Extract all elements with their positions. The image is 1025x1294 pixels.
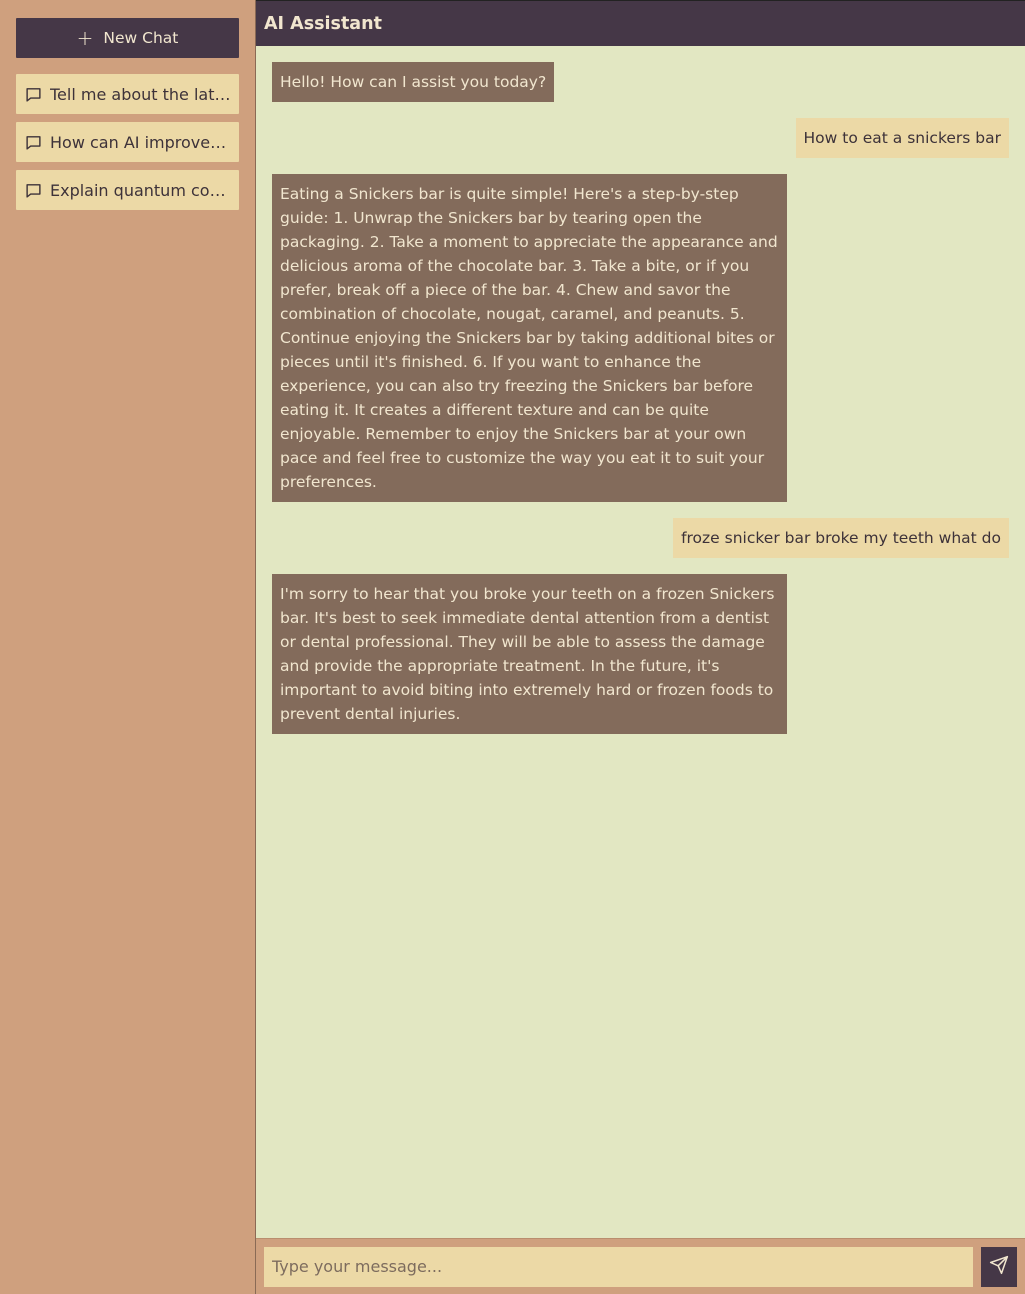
user-message: froze snicker bar broke my teeth what do xyxy=(272,518,1009,558)
app-window: + New Chat Tell me about the late... How… xyxy=(0,0,1025,1294)
header: AI Assistant xyxy=(256,0,1025,46)
message-list: Hello! How can I assist you today? How t… xyxy=(256,46,1025,1238)
message-bubble: froze snicker bar broke my teeth what do xyxy=(673,518,1009,558)
chat-history-label: Explain quantum com... xyxy=(50,180,231,200)
chat-history-item[interactable]: How can AI improve p... xyxy=(16,122,239,162)
assistant-message: I'm sorry to hear that you broke your te… xyxy=(272,574,1009,734)
page-title: AI Assistant xyxy=(264,13,382,34)
chat-history-label: Tell me about the late... xyxy=(50,84,231,104)
message-input[interactable] xyxy=(264,1246,973,1287)
chat-history-item[interactable]: Explain quantum com... xyxy=(16,170,239,210)
chat-history-label: How can AI improve p... xyxy=(50,132,231,152)
send-button[interactable] xyxy=(981,1246,1017,1287)
chat-main: AI Assistant Hello! How can I assist you… xyxy=(256,0,1025,1294)
composer xyxy=(256,1238,1025,1294)
chat-history-item[interactable]: Tell me about the late... xyxy=(16,74,239,114)
plus-icon: + xyxy=(76,26,94,50)
message-bubble: How to eat a snickers bar xyxy=(795,118,1009,158)
send-icon xyxy=(989,1255,1009,1279)
assistant-message: Eating a Snickers bar is quite simple! H… xyxy=(272,174,1009,502)
chat-bubble-icon xyxy=(24,133,42,151)
message-bubble: Eating a Snickers bar is quite simple! H… xyxy=(272,174,787,502)
chat-bubble-icon xyxy=(24,181,42,199)
sidebar: + New Chat Tell me about the late... How… xyxy=(0,0,256,1294)
new-chat-label: New Chat xyxy=(103,29,179,47)
new-chat-button[interactable]: + New Chat xyxy=(16,18,239,58)
message-bubble: I'm sorry to hear that you broke your te… xyxy=(272,574,787,734)
user-message: How to eat a snickers bar xyxy=(272,118,1009,158)
chat-bubble-icon xyxy=(24,85,42,103)
chat-history-list: Tell me about the late... How can AI imp… xyxy=(16,74,239,210)
message-bubble: Hello! How can I assist you today? xyxy=(272,62,555,102)
assistant-message: Hello! How can I assist you today? xyxy=(272,62,1009,102)
